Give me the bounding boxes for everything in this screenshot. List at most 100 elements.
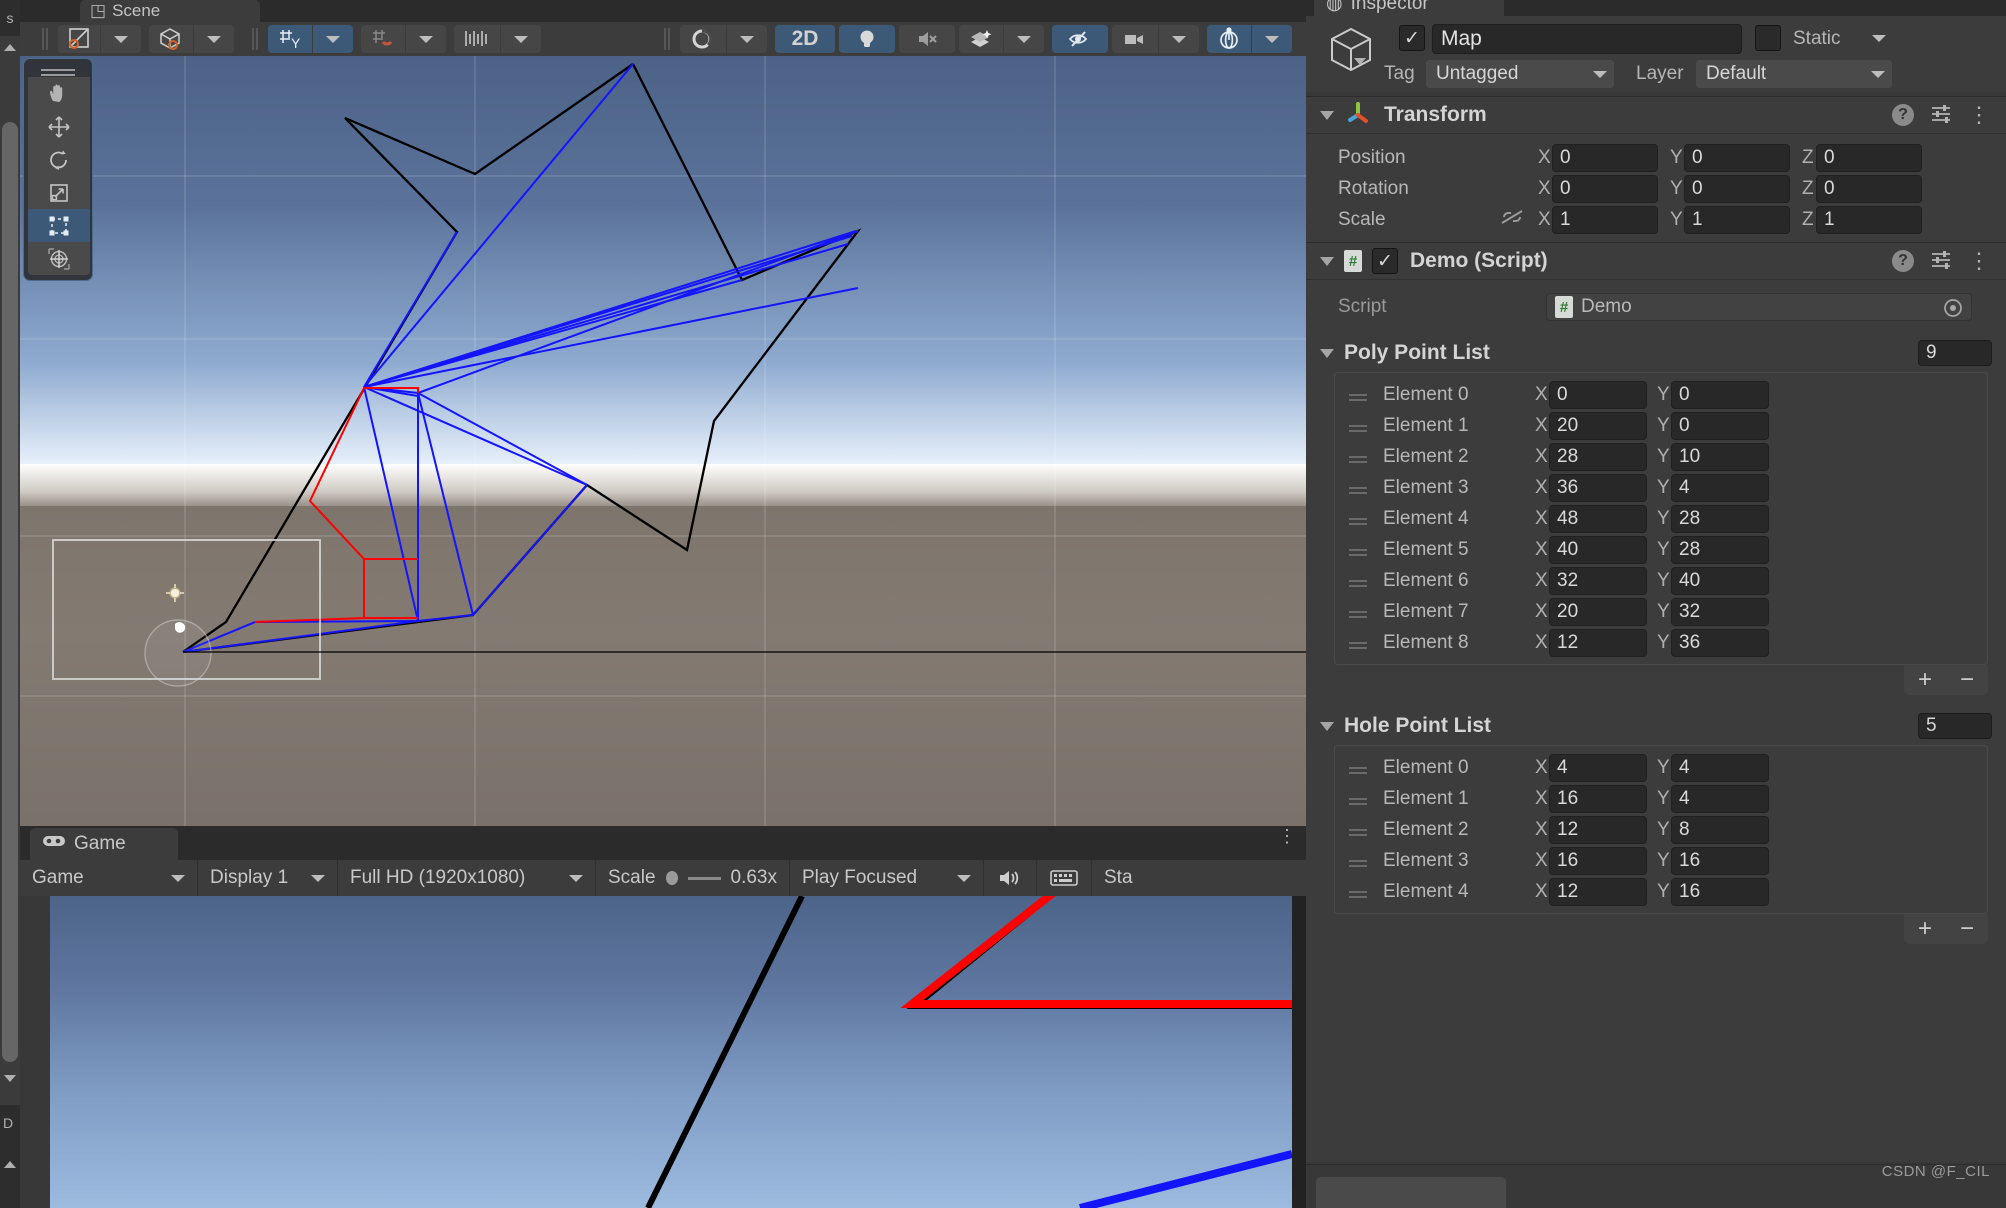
element-x-input[interactable]: 32: [1549, 567, 1647, 595]
drag-handle-icon[interactable]: [1349, 642, 1367, 644]
element-y-input[interactable]: 4: [1671, 754, 1769, 782]
element-y-input[interactable]: 0: [1671, 381, 1769, 409]
tab-game[interactable]: Game: [30, 828, 178, 860]
layers-fx-icon[interactable]: [959, 25, 1003, 53]
drag-handle-icon[interactable]: [1349, 487, 1367, 489]
element-x-input[interactable]: 20: [1549, 412, 1647, 440]
position-z-input[interactable]: 0: [1816, 144, 1922, 172]
game-playmode-dropdown[interactable]: Play Focused: [790, 860, 984, 896]
tab-inspector[interactable]: ◍ Inspector: [1314, 0, 1504, 16]
fx-dropdown[interactable]: [1004, 25, 1044, 53]
drag-handle-icon[interactable]: [1349, 394, 1367, 396]
drag-handle-icon[interactable]: [1349, 798, 1367, 800]
transform-tool[interactable]: [28, 242, 90, 275]
script-object-field[interactable]: # Demo: [1546, 293, 1972, 321]
eye-off-icon[interactable]: [1052, 25, 1108, 53]
add-component-placeholder[interactable]: [1316, 1177, 1506, 1208]
drag-handle-icon[interactable]: [1349, 580, 1367, 582]
scene-viewport[interactable]: [20, 56, 1306, 826]
element-x-input[interactable]: 40: [1549, 536, 1647, 564]
game-display-dropdown[interactable]: Display 1: [198, 860, 338, 896]
rotate-tool[interactable]: [28, 143, 90, 176]
scroll-up-arrow-icon[interactable]: [4, 44, 16, 51]
camera-icon[interactable]: [1112, 25, 1158, 53]
scale-y-input[interactable]: 1: [1684, 206, 1790, 234]
scroll-up-arrow-2-icon[interactable]: [4, 1161, 16, 1168]
drag-handle-icon[interactable]: [1349, 767, 1367, 769]
element-x-input[interactable]: 20: [1549, 598, 1647, 626]
transform-kebab-icon[interactable]: ⋮: [1968, 108, 1990, 122]
element-y-input[interactable]: 28: [1671, 505, 1769, 533]
element-y-input[interactable]: 0: [1671, 412, 1769, 440]
grid-y-icon[interactable]: Y: [268, 25, 312, 53]
element-x-input[interactable]: 0: [1549, 381, 1647, 409]
game-scale-slider[interactable]: Scale 0.63x: [596, 860, 790, 896]
game-options-kebab-icon[interactable]: ⋮: [1278, 830, 1290, 842]
poly-point-list-header[interactable]: Poly Point List 9: [1306, 334, 2006, 372]
move-tool[interactable]: [28, 110, 90, 143]
rect-tool[interactable]: [28, 209, 90, 242]
chevron-down-icon[interactable]: [1320, 722, 1334, 731]
element-y-input[interactable]: 4: [1671, 785, 1769, 813]
element-y-input[interactable]: 10: [1671, 443, 1769, 471]
layer-dropdown[interactable]: Default: [1696, 60, 1892, 88]
speaker-mute-icon[interactable]: [899, 25, 955, 53]
scroll-down-arrow-icon[interactable]: [4, 1075, 16, 1082]
tag-dropdown[interactable]: Untagged: [1426, 60, 1614, 88]
element-x-input[interactable]: 16: [1549, 785, 1647, 813]
drag-handle-icon[interactable]: [1349, 456, 1367, 458]
element-y-input[interactable]: 28: [1671, 536, 1769, 564]
game-render-area[interactable]: [50, 896, 1292, 1208]
element-x-input[interactable]: 28: [1549, 443, 1647, 471]
render-mode-dropdown[interactable]: [194, 25, 234, 53]
chevron-down-icon[interactable]: [1320, 257, 1334, 266]
cube-wire-icon[interactable]: [149, 25, 193, 53]
game-stats-button[interactable]: [1037, 860, 1092, 896]
element-y-input[interactable]: 16: [1671, 847, 1769, 875]
drag-handle-icon[interactable]: [1349, 549, 1367, 551]
position-y-input[interactable]: 0: [1684, 144, 1790, 172]
scrollbar-thumb[interactable]: [2, 122, 18, 1062]
rotation-y-input[interactable]: 0: [1684, 175, 1790, 203]
game-mute-button[interactable]: [984, 860, 1037, 896]
camera-dropdown[interactable]: [1159, 25, 1199, 53]
preset-icon[interactable]: [1930, 103, 1952, 128]
gizmo-visibility-dropdown[interactable]: [727, 25, 767, 53]
grid-axis-dropdown[interactable]: [313, 25, 353, 53]
gizmos-dropdown[interactable]: [1252, 25, 1292, 53]
grid-magnet-icon[interactable]: [361, 25, 405, 53]
element-y-input[interactable]: 4: [1671, 474, 1769, 502]
game-viewmode-dropdown[interactable]: Game: [20, 860, 198, 896]
demo-header[interactable]: # ✓ Demo (Script) ? ⋮: [1306, 242, 2006, 280]
transform-header[interactable]: Transform ? ⋮: [1306, 96, 2006, 134]
object-enabled-checkbox[interactable]: ✓: [1399, 25, 1425, 51]
scale-slider-track[interactable]: [688, 877, 721, 880]
shaded-square-icon[interactable]: [58, 25, 100, 53]
hole-add-button[interactable]: +: [1918, 915, 1932, 943]
scale-link-off-icon[interactable]: [1498, 207, 1538, 232]
drag-handle-icon[interactable]: [1349, 829, 1367, 831]
snap-dropdown[interactable]: [406, 25, 446, 53]
tab-scene[interactable]: ◳Scene: [80, 0, 260, 22]
hole-remove-button[interactable]: −: [1960, 915, 1974, 943]
poly-add-button[interactable]: +: [1918, 666, 1932, 694]
object-picker-icon[interactable]: [1943, 298, 1963, 324]
left-panel-scrollbar[interactable]: s D: [0, 0, 20, 1208]
element-x-input[interactable]: 16: [1549, 847, 1647, 875]
element-y-input[interactable]: 36: [1671, 629, 1769, 657]
scale-tool[interactable]: [28, 176, 90, 209]
hand-tool[interactable]: [28, 77, 90, 110]
drag-handle-icon[interactable]: [1349, 518, 1367, 520]
preset-icon[interactable]: [1930, 249, 1952, 274]
circle-icon[interactable]: [680, 25, 726, 53]
poly-remove-button[interactable]: −: [1960, 666, 1974, 694]
rotation-x-input[interactable]: 0: [1552, 175, 1658, 203]
game-stats-label[interactable]: Sta: [1092, 860, 1145, 896]
element-x-input[interactable]: 12: [1549, 629, 1647, 657]
drag-handle-icon[interactable]: [1349, 611, 1367, 613]
position-x-input[interactable]: 0: [1552, 144, 1658, 172]
help-icon[interactable]: ?: [1892, 104, 1914, 126]
chevron-down-icon[interactable]: [1320, 111, 1334, 120]
poly-point-list-size[interactable]: 9: [1918, 340, 1992, 366]
gameobject-caret-icon[interactable]: [1354, 58, 1366, 65]
